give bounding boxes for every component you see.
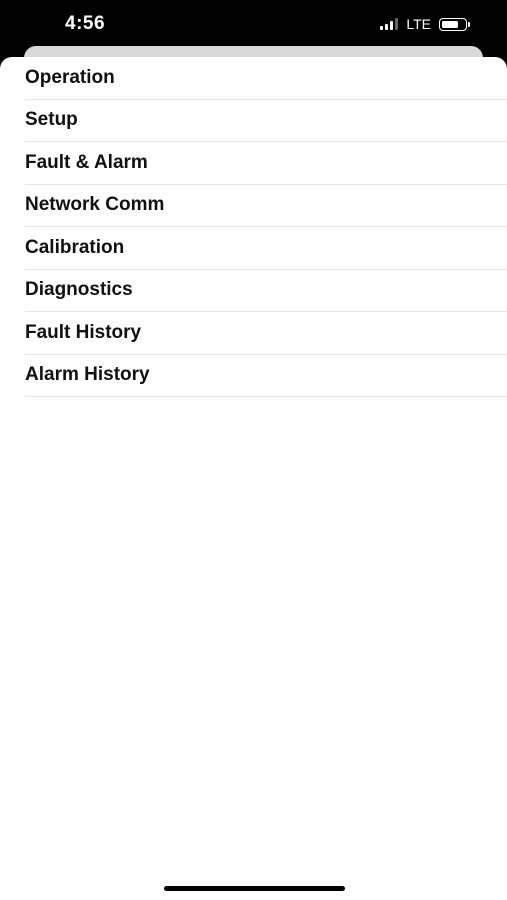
menu-item-fault-history[interactable]: Fault History xyxy=(25,312,507,355)
menu-item-operation[interactable]: Operation xyxy=(25,57,507,100)
menu-item-network-comm[interactable]: Network Comm xyxy=(25,185,507,227)
network-type-label: LTE xyxy=(406,16,431,32)
menu-item-calibration[interactable]: Calibration xyxy=(25,227,507,270)
battery-level-fill xyxy=(442,20,458,28)
home-indicator[interactable] xyxy=(164,886,345,891)
status-indicators: LTE xyxy=(380,16,470,32)
status-time: 4:56 xyxy=(65,13,106,34)
menu-item-fault-alarm[interactable]: Fault & Alarm xyxy=(25,142,507,185)
menu-list: Operation Setup Fault & Alarm Network Co… xyxy=(25,57,507,397)
battery-icon xyxy=(439,17,470,31)
signal-strength-icon xyxy=(380,18,399,30)
menu-item-setup[interactable]: Setup xyxy=(25,100,507,142)
menu-item-diagnostics[interactable]: Diagnostics xyxy=(25,270,507,312)
menu-item-alarm-history[interactable]: Alarm History xyxy=(25,355,507,397)
status-bar: 4:56 LTE xyxy=(0,0,507,50)
menu-sheet: Operation Setup Fault & Alarm Network Co… xyxy=(0,57,507,900)
